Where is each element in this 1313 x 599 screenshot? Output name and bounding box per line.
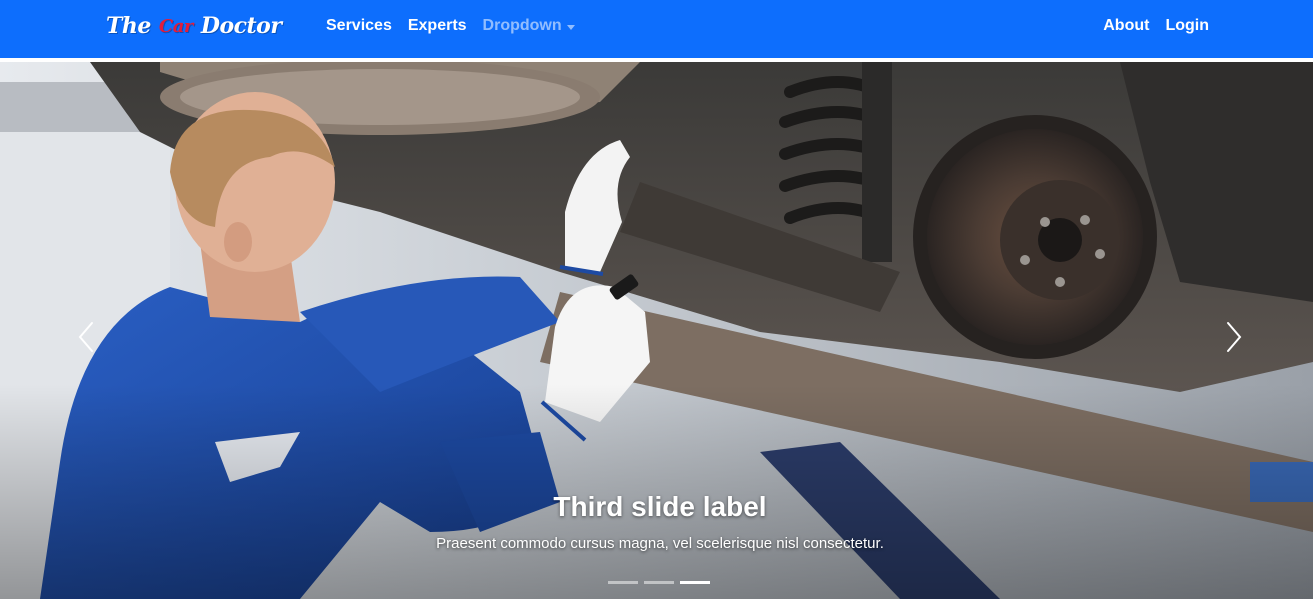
carousel-indicators <box>608 581 710 584</box>
carousel-indicator-3[interactable] <box>680 581 710 584</box>
carousel-next-button[interactable] <box>1214 312 1254 362</box>
nav-about[interactable]: About <box>1103 16 1149 36</box>
brand-word-car: Car <box>158 15 193 37</box>
chevron-left-icon <box>78 322 93 352</box>
carousel-prev-button[interactable] <box>66 312 106 362</box>
nav-login[interactable]: Login <box>1165 16 1209 36</box>
caption-text: Praesent commodo cursus magna, vel scele… <box>436 535 884 552</box>
nav-services[interactable]: Services <box>326 16 392 36</box>
nav-experts[interactable]: Experts <box>408 16 467 36</box>
hero-carousel: Third slide label Praesent commodo cursu… <box>0 62 1313 599</box>
chevron-right-icon <box>1227 322 1242 352</box>
brand-word-the: The <box>106 13 151 39</box>
caption-title: Third slide label <box>553 491 767 522</box>
nav-dropdown-label: Dropdown <box>482 17 562 34</box>
brand-logo[interactable]: The Car Doctor <box>106 6 282 46</box>
carousel-indicator-2[interactable] <box>644 581 674 584</box>
navbar: The Car Doctor Services Experts Dropdown… <box>0 0 1313 58</box>
nav-right: About Login <box>1103 16 1209 36</box>
carousel-indicator-1[interactable] <box>608 581 638 584</box>
nav-left: Services Experts Dropdown <box>326 16 575 36</box>
nav-dropdown[interactable]: Dropdown <box>483 16 575 36</box>
caret-down-icon <box>566 24 575 30</box>
brand-word-doctor: Doctor <box>200 13 282 39</box>
carousel-caption: Third slide label Praesent commodo cursu… <box>300 490 1020 554</box>
